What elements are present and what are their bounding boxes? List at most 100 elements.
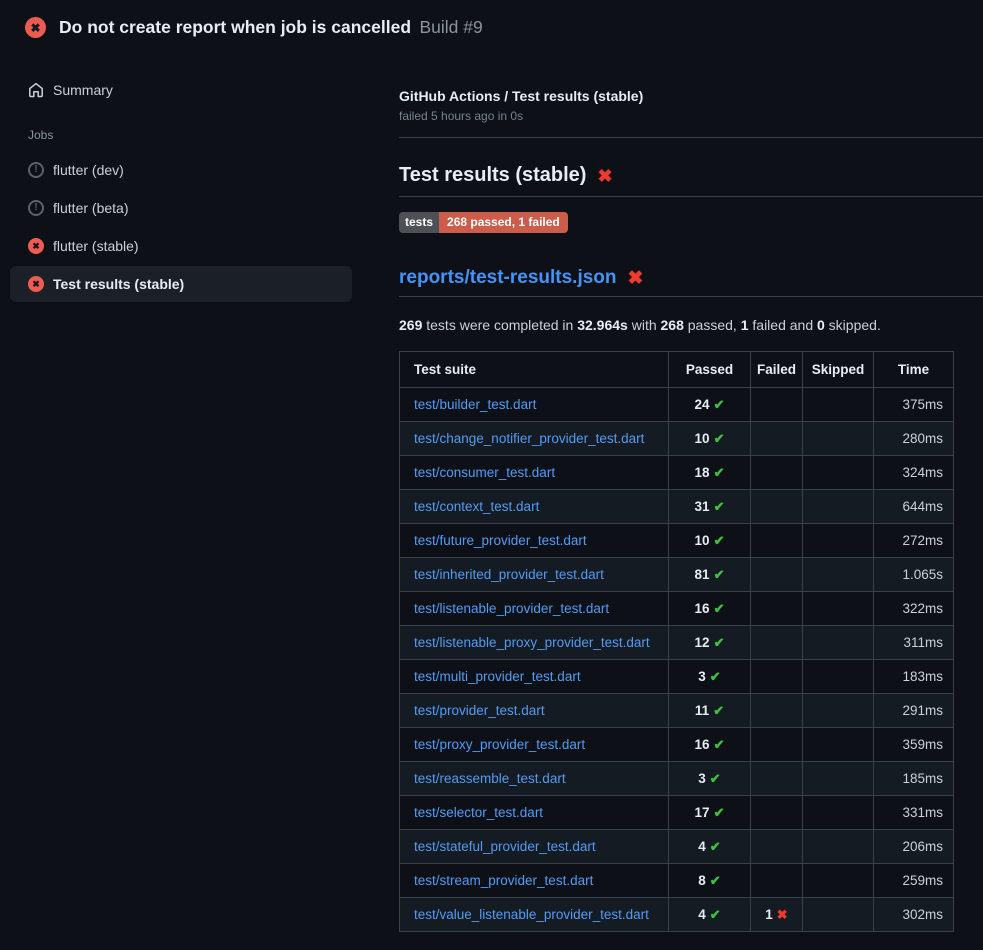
passed-count: 10 (695, 431, 710, 446)
passed-count: 81 (695, 567, 710, 582)
passed-count: 31 (695, 499, 710, 514)
passed-count: 24 (695, 397, 710, 412)
passed-cell: 8✔ (669, 864, 751, 898)
skipped-cell (803, 524, 874, 558)
job-failed-icon: ✖ (28, 276, 44, 292)
report-file-link[interactable]: reports/test-results.json (399, 267, 617, 289)
test-suite-link[interactable]: test/reassemble_test.dart (414, 771, 566, 786)
failed-cell (751, 524, 803, 558)
test-suite-cell: test/selector_test.dart (400, 796, 669, 830)
time-cell: 311ms (874, 626, 954, 660)
table-row: test/inherited_provider_test.dart81✔1.06… (400, 558, 954, 592)
jobs-list: !flutter (dev)!flutter (beta)✖flutter (s… (10, 152, 352, 302)
check-icon: ✔ (710, 771, 721, 786)
passed-cell: 4✔ (669, 830, 751, 864)
test-suite-link[interactable]: test/listenable_provider_test.dart (414, 601, 609, 616)
check-icon: ✔ (714, 397, 725, 412)
column-header-test-suite: Test suite (400, 352, 669, 388)
failed-cell: 1✖ (751, 898, 803, 932)
skipped-cell (803, 830, 874, 864)
check-icon: ✔ (714, 737, 725, 752)
sidebar-item-test-results-stable[interactable]: ✖ Test results (stable) (10, 266, 352, 302)
time-cell: 331ms (874, 796, 954, 830)
jobs-section-label: Jobs (10, 128, 352, 142)
run-failed-icon: ✖ (25, 17, 46, 38)
test-suite-cell: test/stream_provider_test.dart (400, 864, 669, 898)
job-neutral-icon: ! (28, 162, 44, 178)
job-failed-icon: ✖ (28, 238, 44, 254)
test-suite-link[interactable]: test/stateful_provider_test.dart (414, 839, 596, 854)
skipped-cell (803, 898, 874, 932)
breadcrumb: GitHub Actions / Test results (stable) (399, 88, 983, 104)
check-icon: ✔ (714, 567, 725, 582)
time-cell: 206ms (874, 830, 954, 864)
test-suite-link[interactable]: test/multi_provider_test.dart (414, 669, 581, 684)
skipped-cell (803, 660, 874, 694)
failed-cell (751, 490, 803, 524)
test-suite-cell: test/reassemble_test.dart (400, 762, 669, 796)
test-suite-link[interactable]: test/inherited_provider_test.dart (414, 567, 604, 582)
column-header-time: Time (874, 352, 954, 388)
failed-cell (751, 456, 803, 490)
passed-cell: 17✔ (669, 796, 751, 830)
failed-cell (751, 558, 803, 592)
passed-cell: 31✔ (669, 490, 751, 524)
test-suite-link[interactable]: test/future_provider_test.dart (414, 533, 587, 548)
passed-cell: 16 ✔ (669, 728, 751, 762)
run-title: Do not create report when job is cancell… (59, 17, 411, 37)
table-header-row: Test suitePassedFailedSkippedTime (400, 352, 954, 388)
sidebar-item-flutter-stable[interactable]: ✖flutter (stable) (10, 228, 352, 264)
test-suite-link[interactable]: test/stream_provider_test.dart (414, 873, 593, 888)
skipped-cell (803, 762, 874, 796)
time-cell: 183ms (874, 660, 954, 694)
test-suite-cell: test/provider_test.dart (400, 694, 669, 728)
job-label: Test results (stable) (53, 276, 184, 292)
check-icon: ✔ (714, 601, 725, 616)
job-neutral-icon: ! (28, 200, 44, 216)
passed-count: 16 (695, 601, 710, 616)
test-suite-link[interactable]: test/value_listenable_provider_test.dart (414, 907, 649, 922)
time-cell: 280ms (874, 422, 954, 456)
passed-cell: 3✔ (669, 660, 751, 694)
check-icon: ✔ (714, 635, 725, 650)
test-suite-link[interactable]: test/builder_test.dart (414, 397, 536, 412)
passed-count: 4 (698, 907, 706, 922)
sidebar-item-flutter-beta[interactable]: !flutter (beta) (10, 190, 352, 226)
test-suite-cell: test/builder_test.dart (400, 388, 669, 422)
test-suite-cell: test/stateful_provider_test.dart (400, 830, 669, 864)
table-row: test/listenable_provider_test.dart16✔322… (400, 592, 954, 626)
test-suite-link[interactable]: test/change_notifier_provider_test.dart (414, 431, 644, 446)
test-suite-link[interactable]: test/context_test.dart (414, 499, 539, 514)
time-cell: 359ms (874, 728, 954, 762)
failed-x-icon: ✖ (597, 167, 612, 185)
test-suite-link[interactable]: test/proxy_provider_test.dart (414, 737, 585, 752)
test-suite-link[interactable]: test/listenable_proxy_provider_test.dart (414, 635, 650, 650)
test-suite-cell: test/value_listenable_provider_test.dart (400, 898, 669, 932)
table-row: test/stream_provider_test.dart8✔259ms (400, 864, 954, 898)
skipped-cell (803, 558, 874, 592)
test-suite-link[interactable]: test/consumer_test.dart (414, 465, 555, 480)
time-cell: 375ms (874, 388, 954, 422)
passed-cell: 3✔ (669, 762, 751, 796)
passed-count: 16 (695, 737, 710, 752)
test-suite-link[interactable]: test/selector_test.dart (414, 805, 543, 820)
time-cell: 272ms (874, 524, 954, 558)
check-icon: ✔ (714, 533, 725, 548)
sidebar-item-summary[interactable]: Summary (10, 72, 352, 108)
sidebar-item-flutter-dev[interactable]: !flutter (dev) (10, 152, 352, 188)
check-icon: ✔ (710, 873, 721, 888)
failed-cell (751, 864, 803, 898)
test-suite-link[interactable]: test/provider_test.dart (414, 703, 545, 718)
test-suite-cell: test/future_provider_test.dart (400, 524, 669, 558)
column-header-skipped: Skipped (803, 352, 874, 388)
passed-cell: 24 ✔ (669, 388, 751, 422)
table-row: test/future_provider_test.dart10✔272ms (400, 524, 954, 558)
column-header-passed: Passed (669, 352, 751, 388)
sidebar: Summary Jobs !flutter (dev)!flutter (bet… (0, 51, 399, 304)
skipped-cell (803, 796, 874, 830)
failed-cell (751, 796, 803, 830)
table-row: test/consumer_test.dart18✔324ms (400, 456, 954, 490)
passed-cell: 10✔ (669, 422, 751, 456)
run-meta: failed 5 hours ago in 0s (399, 109, 983, 123)
main-content: GitHub Actions / Test results (stable) f… (399, 51, 983, 932)
